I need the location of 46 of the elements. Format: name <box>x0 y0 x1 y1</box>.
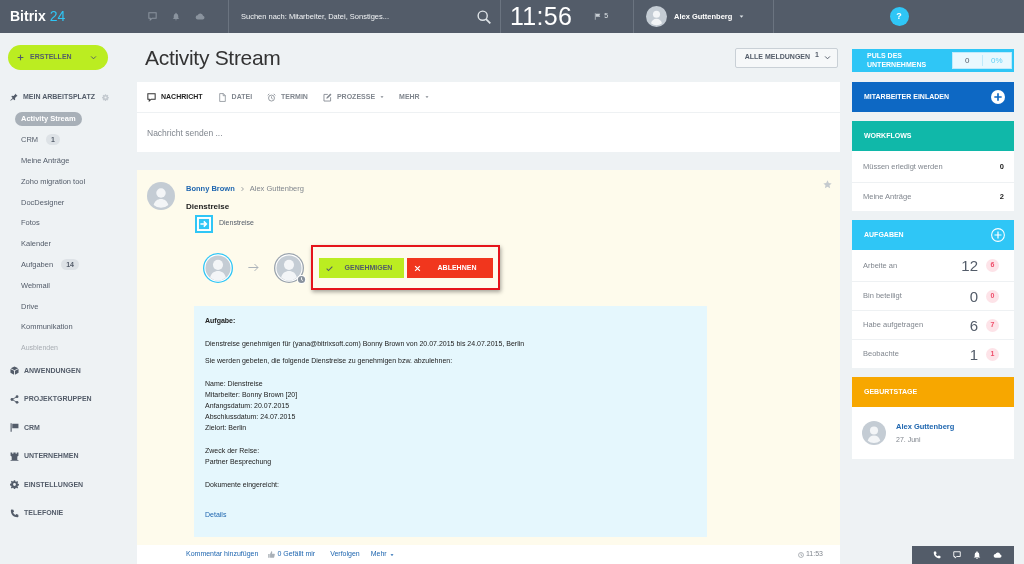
logo[interactable]: Bitrix 24 <box>0 0 140 33</box>
row-count: 12 <box>961 258 978 273</box>
bell-icon[interactable] <box>973 551 981 559</box>
castle-icon <box>10 451 19 461</box>
settings-icon <box>10 480 19 490</box>
row-count: 6 <box>969 317 978 333</box>
file-icon <box>217 92 227 102</box>
plus-icon <box>17 54 24 61</box>
user-avatar[interactable] <box>274 252 304 283</box>
close-icon <box>414 264 421 272</box>
pulse-count: 0 <box>953 55 983 66</box>
clock-icon <box>297 274 306 284</box>
phone-icon <box>10 508 19 518</box>
page-title: Activity Stream <box>145 44 281 71</box>
message-field[interactable]: Nachricht senden ... <box>137 113 840 152</box>
add-icon[interactable] <box>991 228 1005 242</box>
chevron-right-icon <box>239 185 245 192</box>
settings-icon[interactable] <box>101 93 109 101</box>
flag-icon[interactable] <box>594 13 602 20</box>
phone-icon[interactable] <box>933 551 941 559</box>
cube-icon <box>10 366 19 376</box>
pulse-percent: 0% <box>989 54 1004 67</box>
add-icon <box>991 90 1005 104</box>
post-title: Dienstreise <box>186 201 231 212</box>
chevron-down-icon <box>90 54 97 61</box>
thumbs-up-icon[interactable] <box>268 551 276 558</box>
clock-time: 11:56 <box>510 4 573 29</box>
share-icon <box>10 394 19 404</box>
caret-icon[interactable] <box>739 14 745 19</box>
search-icon[interactable] <box>477 9 491 24</box>
chevron-down-icon <box>824 54 831 61</box>
user-avatar[interactable] <box>646 6 667 27</box>
alarm-clock-icon <box>267 92 277 102</box>
row-count: 0 <box>969 288 978 304</box>
check-icon <box>326 264 333 272</box>
workflow-icon <box>195 215 213 233</box>
clock-icon <box>798 551 804 558</box>
star-icon[interactable] <box>823 180 832 189</box>
flag-icon <box>10 423 19 433</box>
row-count: 1 <box>969 346 978 362</box>
cloud-icon[interactable] <box>993 551 1002 559</box>
chat-icon <box>147 92 156 102</box>
edit-icon <box>322 92 332 102</box>
caret-icon <box>389 552 394 557</box>
arrow-right-icon <box>248 262 259 273</box>
pin-icon <box>10 93 18 101</box>
